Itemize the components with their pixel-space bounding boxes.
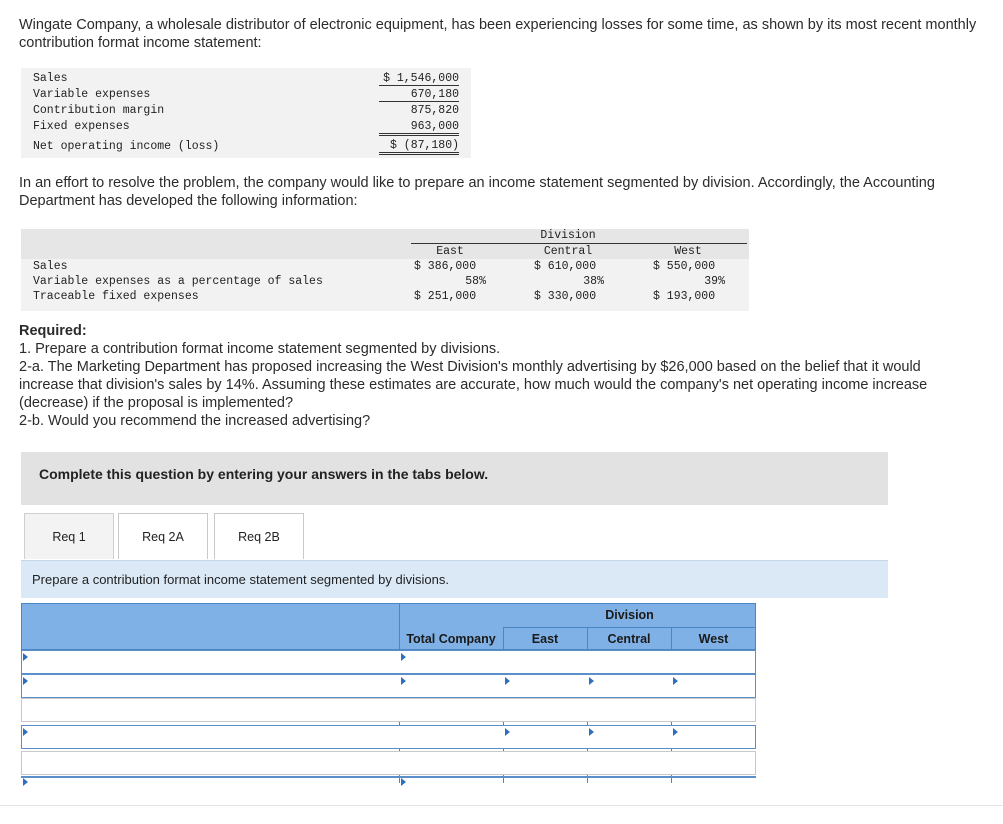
- info-row-label-fixed: Traceable fixed expenses: [33, 290, 199, 303]
- stmt-label-noi: Net operating income (loss): [33, 140, 220, 153]
- required-section: Required: 1. Prepare a contribution form…: [19, 322, 969, 430]
- answer-col-total: Total Company: [406, 632, 496, 646]
- dropdown-marker-icon: [589, 677, 594, 685]
- intro2-text: In an effort to resolve the problem, the…: [19, 175, 935, 209]
- prompt-bar: Prepare a contribution format income sta…: [21, 560, 888, 598]
- stmt-label-variable: Variable expenses: [33, 88, 151, 101]
- stmt-label-fixed: Fixed expenses: [33, 120, 130, 133]
- row-label-input[interactable]: [22, 699, 398, 721]
- tab-req-2b[interactable]: Req 2B: [214, 513, 304, 559]
- total-input[interactable]: [400, 726, 502, 748]
- info-col-east: East: [436, 245, 464, 258]
- east-input[interactable]: [504, 675, 586, 697]
- intro-text: Wingate Company, a wholesale distributor…: [19, 17, 977, 51]
- answer-col-west: West: [698, 632, 729, 646]
- division-info-table: Division East Central West Sales $ 386,0…: [21, 229, 749, 311]
- stmt-value-cm: 875,820: [410, 104, 459, 117]
- west-input[interactable]: [672, 726, 755, 748]
- dropdown-marker-icon: [23, 677, 28, 685]
- answer-table: Division Total Company East Central West: [21, 603, 756, 786]
- central-input[interactable]: [588, 699, 670, 721]
- info-col-central: Central: [543, 245, 593, 258]
- required-item-2b: 2-b. Would you recommend the increased a…: [19, 413, 371, 429]
- row-label-input[interactable]: [22, 752, 398, 774]
- total-input[interactable]: [400, 651, 502, 673]
- info-east-sales: $ 386,000: [414, 260, 477, 273]
- answer-division-header: Division: [605, 608, 654, 622]
- stmt-value-fixed: 963,000: [379, 120, 459, 134]
- answer-row-edge: [21, 776, 756, 778]
- info-west-fixed: $ 193,000: [653, 290, 716, 303]
- info-east-fixed: $ 251,000: [414, 290, 477, 303]
- dropdown-marker-icon: [401, 677, 406, 685]
- answer-col-central: Central: [607, 632, 651, 646]
- required-item-1: 1. Prepare a contribution format income …: [19, 341, 501, 357]
- dropdown-marker-icon: [673, 728, 678, 736]
- central-input[interactable]: [588, 752, 670, 774]
- row-label-input[interactable]: [22, 651, 398, 673]
- west-input[interactable]: [672, 752, 755, 774]
- total-input[interactable]: [400, 752, 502, 774]
- stmt-label-sales: Sales: [33, 72, 68, 85]
- total-input[interactable]: [400, 699, 502, 721]
- tab-req-2a[interactable]: Req 2A: [118, 513, 208, 559]
- central-input[interactable]: [588, 675, 670, 697]
- dropdown-marker-icon: [23, 778, 28, 786]
- east-input[interactable]: [504, 752, 586, 774]
- dropdown-marker-icon: [589, 728, 594, 736]
- stmt-label-cm: Contribution margin: [33, 104, 165, 117]
- info-west-sales: $ 550,000: [653, 260, 716, 273]
- central-input[interactable]: [588, 726, 670, 748]
- info-division-header: Division: [540, 229, 596, 242]
- stmt-value-sales: $ 1,546,000: [379, 72, 459, 86]
- dropdown-marker-icon: [401, 778, 406, 786]
- info-row-label-sales: Sales: [33, 260, 68, 273]
- west-input[interactable]: [672, 699, 755, 721]
- dropdown-marker-icon: [23, 653, 28, 661]
- row-label-input[interactable]: [22, 726, 398, 748]
- info-central-fixed: $ 330,000: [534, 290, 597, 303]
- west-input[interactable]: [672, 675, 755, 697]
- dropdown-marker-icon: [673, 677, 678, 685]
- total-input[interactable]: [400, 675, 502, 697]
- division-rule: [503, 627, 756, 628]
- answer-col-east: East: [531, 632, 559, 646]
- info-central-sales: $ 610,000: [534, 260, 597, 273]
- info-east-variable: 58%: [465, 275, 486, 288]
- info-col-west: West: [674, 245, 702, 258]
- info-header-band: [21, 229, 749, 259]
- east-input[interactable]: [504, 726, 586, 748]
- required-item-2a: 2-a. The Marketing Department has propos…: [19, 359, 928, 411]
- instructions-banner: Complete this question by entering your …: [21, 452, 888, 505]
- dropdown-marker-icon: [23, 728, 28, 736]
- info-row-label-variable: Variable expenses as a percentage of sal…: [33, 275, 323, 288]
- info-west-variable: 39%: [704, 275, 725, 288]
- banner-text: Complete this question by entering your …: [39, 466, 489, 482]
- dropdown-marker-icon: [505, 728, 510, 736]
- tab-req-1[interactable]: Req 1: [24, 513, 114, 559]
- east-input[interactable]: [504, 699, 586, 721]
- dropdown-marker-icon: [401, 653, 406, 661]
- dropdown-marker-icon: [505, 677, 510, 685]
- info-central-variable: 38%: [583, 275, 604, 288]
- prompt-text: Prepare a contribution format income sta…: [32, 572, 449, 587]
- east-input[interactable]: [504, 651, 586, 673]
- stmt-value-variable: 670,180: [379, 88, 459, 102]
- required-heading: Required:: [19, 323, 87, 339]
- income-statement-table: Sales $ 1,546,000 Variable expenses 670,…: [21, 68, 471, 158]
- stmt-value-noi: $ (87,180): [379, 135, 459, 155]
- info-division-rule: [411, 243, 747, 244]
- bottom-divider: [0, 805, 1003, 806]
- west-input[interactable]: [672, 651, 755, 673]
- central-input[interactable]: [588, 651, 670, 673]
- row-label-input[interactable]: [22, 675, 398, 697]
